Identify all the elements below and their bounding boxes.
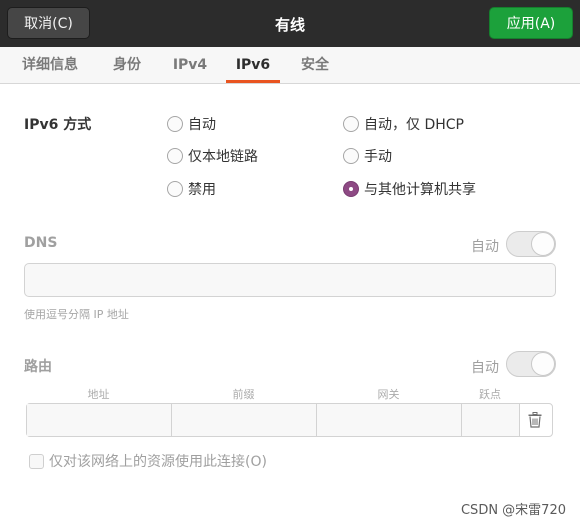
route-col-address: 地址 (87, 388, 110, 401)
radio-auto-dhcp-only-label: 自动，仅 DHCP (364, 117, 464, 133)
route-row (26, 403, 553, 437)
checkbox-box (29, 453, 44, 469)
radio-share-with-others-label: 与其他计算机共享 (364, 182, 476, 198)
routes-auto-label: 自动 (471, 360, 499, 376)
route-gateway-input[interactable] (317, 404, 462, 436)
switch-knob (531, 232, 555, 256)
radio-auto-label: 自动 (188, 117, 216, 133)
radio-manual-label: 手动 (364, 149, 392, 165)
radio-manual[interactable]: 手动 (343, 146, 392, 166)
routes-auto-switch[interactable] (506, 351, 556, 377)
route-col-prefix: 前缀 (232, 388, 255, 401)
dns-hint: 使用逗号分隔 IP 地址 (24, 308, 129, 321)
tab-identity[interactable]: 身份 (105, 47, 149, 83)
radio-link-local-only-label: 仅本地链路 (188, 149, 258, 165)
apply-button[interactable]: 应用(A) (489, 7, 573, 39)
only-local-resources-label: 仅对该网络上的资源使用此连接(O) (49, 454, 267, 470)
radio-indicator (167, 116, 183, 132)
header-bar: 取消(C) 有线 应用(A) (0, 0, 580, 47)
ipv6-method-label: IPv6 方式 (24, 117, 92, 133)
radio-disabled-label: 禁用 (188, 182, 216, 198)
watermark: CSDN @宋雷720 (460, 503, 566, 518)
dns-label: DNS (24, 235, 58, 251)
tab-ipv4[interactable]: IPv4 (168, 47, 212, 83)
radio-share-with-others[interactable]: 与其他计算机共享 (343, 179, 476, 199)
route-address-input[interactable] (27, 404, 172, 436)
radio-indicator (343, 148, 359, 164)
radio-disabled[interactable]: 禁用 (167, 179, 216, 199)
dns-input[interactable] (24, 263, 556, 297)
delete-route-button[interactable] (518, 404, 552, 436)
tab-security[interactable]: 安全 (293, 47, 337, 83)
radio-link-local-only[interactable]: 仅本地链路 (167, 146, 258, 166)
switch-knob (531, 352, 555, 376)
radio-indicator-selected (343, 181, 359, 197)
tab-details[interactable]: 详细信息 (14, 47, 86, 83)
tab-bar: 详细信息 身份 IPv4 IPv6 安全 (0, 47, 580, 84)
radio-auto[interactable]: 自动 (167, 114, 216, 134)
cancel-button[interactable]: 取消(C) (7, 7, 90, 39)
radio-indicator (343, 116, 359, 132)
route-col-metric: 跃点 (479, 388, 501, 401)
dns-auto-switch[interactable] (506, 231, 556, 257)
trash-icon (528, 412, 542, 428)
dns-auto-label: 自动 (471, 239, 499, 255)
route-metric-input[interactable] (462, 404, 520, 436)
route-prefix-input[interactable] (172, 404, 317, 436)
radio-indicator (167, 181, 183, 197)
tab-ipv6[interactable]: IPv6 (226, 47, 280, 83)
routes-label: 路由 (24, 359, 52, 375)
radio-indicator (167, 148, 183, 164)
radio-auto-dhcp-only[interactable]: 自动，仅 DHCP (343, 114, 464, 134)
only-local-resources-checkbox[interactable]: 仅对该网络上的资源使用此连接(O) (29, 451, 267, 471)
route-col-gateway: 网关 (377, 388, 400, 401)
